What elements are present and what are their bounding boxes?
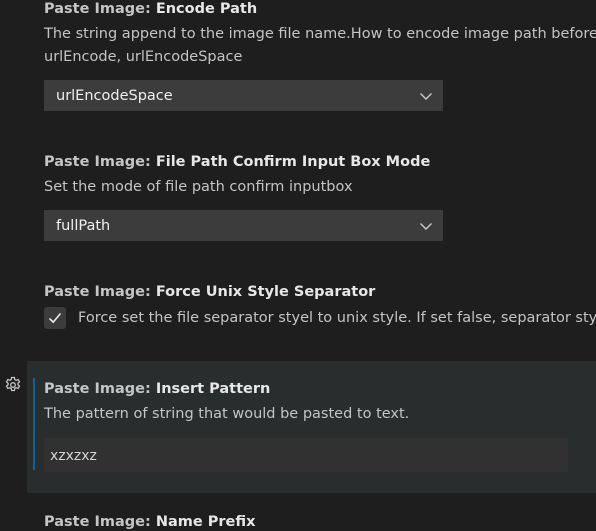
setting-title: Paste Image: Encode Path [44,0,257,18]
dropdown-value: fullPath [56,218,111,234]
setting-category: Paste Image: [44,154,156,170]
setting-name: File Path Confirm Input Box Mode [155,154,431,170]
input-value: xzxzxz [50,448,97,464]
file-path-confirm-dropdown[interactable]: fullPath [44,210,443,241]
setting-name: Force Unix Style Separator [155,284,376,300]
checkbox-label: Force set the file separator styel to un… [78,310,596,326]
gear-icon[interactable] [4,376,22,394]
setting-name: Insert Pattern [155,381,271,397]
chevron-down-icon [420,93,432,100]
insert-pattern-input[interactable]: xzxzxz [44,438,568,472]
focus-indicator [33,378,35,470]
setting-category: Paste Image: [44,381,156,397]
setting-description: Set the mode of file path confirm inputb… [44,179,353,195]
setting-title: Paste Image: Insert Pattern [44,380,270,398]
setting-title: Paste Image: Name Prefix [44,513,255,531]
encode-path-dropdown[interactable]: urlEncodeSpace [44,80,443,111]
setting-title: Paste Image: File Path Confirm Input Box… [44,153,430,171]
setting-name: Encode Path [155,1,258,17]
chevron-down-icon [420,223,432,230]
setting-description: urlEncode, urlEncodeSpace [44,49,243,65]
setting-category: Paste Image: [44,284,156,300]
dropdown-value: urlEncodeSpace [56,88,173,104]
setting-description: The pattern of string that would be past… [44,406,410,422]
setting-title: Paste Image: Force Unix Style Separator [44,283,375,301]
setting-name: Name Prefix [155,514,256,530]
setting-description: The string append to the image file name… [44,26,596,42]
setting-category: Paste Image: [44,514,156,530]
checkmark-icon [48,312,62,324]
force-unix-checkbox[interactable] [44,307,66,329]
setting-category: Paste Image: [44,1,156,17]
settings-page: Paste Image: Encode Path The string appe… [0,0,596,531]
